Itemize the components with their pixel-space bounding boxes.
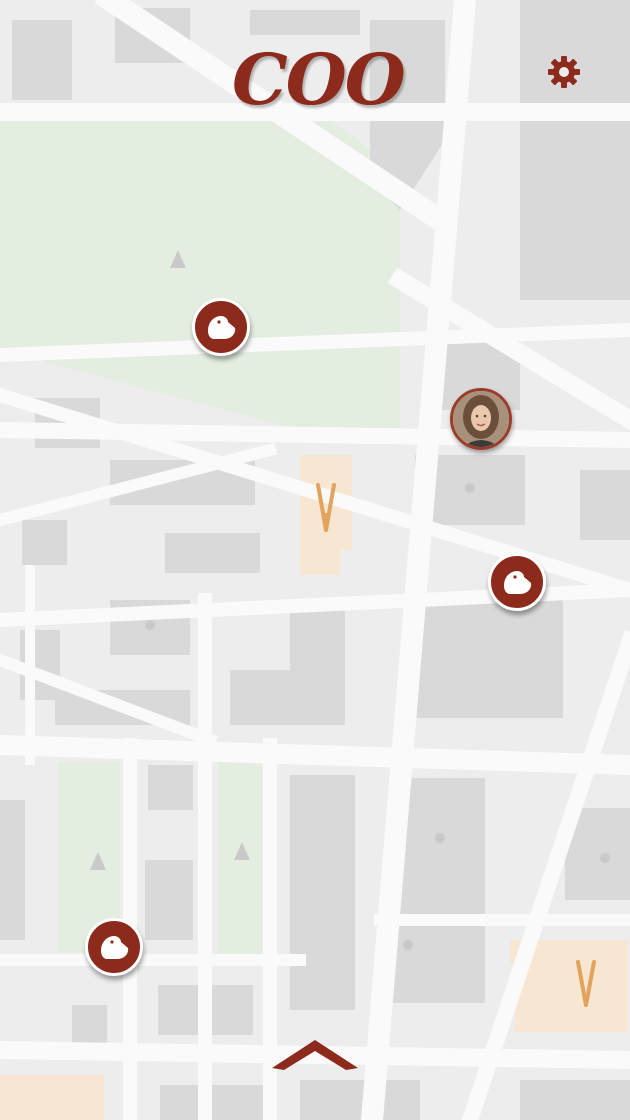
app-logo: COO: [232, 38, 406, 121]
expand-panel-button[interactable]: [272, 1036, 358, 1076]
gear-icon: [548, 56, 580, 88]
pigeon-marker[interactable]: [192, 298, 250, 356]
pigeon-icon: [101, 936, 129, 959]
pigeon-marker[interactable]: [85, 918, 143, 976]
pigeon-marker[interactable]: [488, 553, 546, 611]
pigeon-icon: [504, 571, 532, 594]
user-avatar-marker[interactable]: [450, 388, 512, 450]
chevron-up-icon: [272, 1040, 358, 1070]
user-avatar-icon: [453, 391, 509, 447]
app-screen: COO: [0, 0, 630, 1120]
pigeon-icon: [208, 316, 236, 339]
settings-button[interactable]: [544, 52, 584, 92]
